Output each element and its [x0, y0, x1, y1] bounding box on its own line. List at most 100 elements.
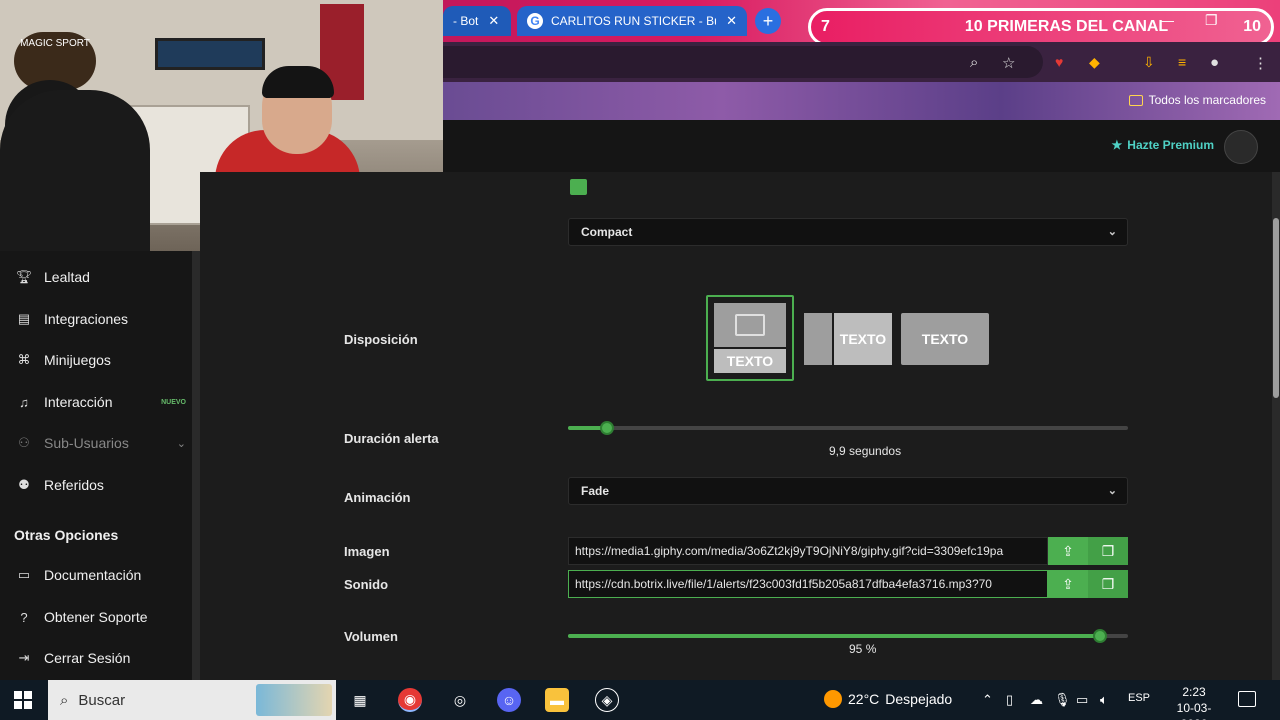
sidebar-section-title: Otras Opciones [14, 527, 119, 543]
cam-person-left [0, 90, 150, 251]
image-placeholder-icon [804, 313, 832, 365]
color-swatch[interactable] [570, 179, 587, 195]
chevron-down-icon: ⌄ [176, 437, 186, 450]
sidebar-item-cerrar-sesion[interactable]: ⇥ Cerrar Sesión [16, 650, 186, 666]
close-icon[interactable]: ✕ [488, 13, 499, 29]
microphone-icon[interactable]: 🎙︎ [1054, 692, 1071, 708]
sidebar-item-documentacion[interactable]: ▭ Documentación [16, 567, 186, 583]
logout-icon: ⇥ [18, 650, 30, 665]
weather-widget[interactable]: 22°C Despejado [824, 690, 952, 708]
browser-tab-search[interactable]: G CARLITOS RUN STICKER - Busca ✕ [517, 6, 747, 36]
sidebar-item-minijuegos[interactable]: ⌘ Minijuegos [16, 352, 186, 368]
gallery-icon[interactable]: ❐ [1088, 570, 1128, 598]
all-bookmarks-button[interactable]: Todos los marcadores [1128, 93, 1266, 107]
imagen-label: Imagen [344, 544, 390, 559]
profile-icon[interactable]: ● [1210, 54, 1219, 71]
sidebar-item-sub-usuarios[interactable]: ⚇ Sub-Usuarios ⌄ [16, 435, 186, 451]
chevron-up-icon[interactable]: ⌃ [982, 692, 993, 708]
banner-title: 10 PRIMERAS DEL CANAL [964, 18, 1169, 35]
sidebar-item-label: Referidos [44, 477, 104, 493]
sidebar-item-label: Documentación [44, 567, 142, 583]
sidebar-item-label: Obtener Soporte [44, 609, 148, 625]
all-bookmarks-label: Todos los marcadores [1148, 93, 1266, 107]
phone-icon[interactable]: ▯ [1006, 692, 1013, 708]
volume-icon[interactable]: 🔈︎ [1100, 692, 1108, 708]
sidebar-item-integraciones[interactable]: ▤ Integraciones [16, 311, 186, 327]
menu-icon[interactable]: ⋮ [1253, 54, 1268, 72]
file-explorer-icon[interactable]: ▬ [545, 688, 569, 712]
clock-time: 2:23 [1182, 685, 1206, 699]
notifications-icon[interactable] [1238, 691, 1256, 707]
style-select[interactable]: Compact ⌄ [568, 218, 1128, 246]
layout-option-overlay[interactable]: TEXTO [901, 313, 989, 365]
layout-option-image-top[interactable]: TEXTO [706, 295, 794, 381]
volumen-slider-knob[interactable] [1093, 629, 1107, 643]
sonido-url-input[interactable]: https://cdn.botrix.live/file/1/alerts/f2… [568, 570, 1048, 598]
download-icon[interactable]: ⇩ [1143, 54, 1155, 71]
windows-start-icon[interactable] [14, 691, 32, 709]
network-icon[interactable]: ▭ [1076, 692, 1088, 708]
browser-toolbar: ⌕ ☆ ♥ ◆ ⇩ ≡ ● ⋮ [443, 42, 1280, 82]
chrome-icon[interactable]: ◉ [398, 688, 422, 712]
premium-button[interactable]: ★ Hazte Premium [1112, 138, 1214, 152]
app-icon[interactable]: ◈ [595, 688, 619, 712]
cloud-icon[interactable]: ☁ [1030, 692, 1043, 708]
zoom-icon[interactable]: ⌕ [970, 54, 978, 71]
search-icon: ⌕ [60, 691, 69, 709]
star-icon[interactable]: ☆ [1002, 54, 1015, 72]
volumen-slider[interactable] [568, 629, 1128, 643]
layout-text: TEXTO [714, 349, 786, 373]
cam-person-right-hair [262, 66, 334, 98]
avatar[interactable] [1224, 130, 1258, 164]
duracion-value: 9,9 segundos [829, 444, 901, 458]
help-icon: ? [20, 609, 28, 625]
duracion-slider[interactable] [568, 421, 1128, 435]
sidebar-scrollbar[interactable] [192, 251, 200, 680]
volumen-slider-fill [568, 634, 1100, 638]
sidebar-item-label: Integraciones [44, 311, 129, 327]
animacion-select[interactable]: Fade ⌄ [568, 477, 1128, 505]
sidebar-item-referidos[interactable]: ⚉ Referidos [16, 477, 186, 493]
browser-tab-bot[interactable]: - Bot ✕ [443, 6, 511, 36]
disposicion-label: Disposición [344, 332, 418, 347]
sidebar-item-label: Interacción [44, 394, 113, 410]
imagen-url-input[interactable]: https://media1.giphy.com/media/3o6Zt2kj9… [568, 537, 1048, 565]
weather-sun-icon [824, 690, 842, 708]
volumen-number: 95 [849, 642, 863, 656]
minimize-icon[interactable]: — [1160, 12, 1174, 28]
document-icon: ▭ [17, 567, 31, 582]
playlist-icon[interactable]: ≡ [1178, 54, 1186, 70]
page-scrollbar-thumb[interactable] [1273, 218, 1279, 398]
upload-icon[interactable]: ⇪ [1048, 570, 1088, 598]
extension-icon[interactable]: ♥ [1055, 54, 1063, 70]
language-indicator[interactable]: ESP [1128, 692, 1150, 704]
chevron-down-icon: ⌄ [1107, 485, 1117, 497]
discord-icon[interactable]: ☺ [497, 688, 521, 712]
duracion-slider-knob[interactable] [600, 421, 614, 435]
sidebar-item-lealtad[interactable]: 🏆︎ Lealtad [16, 269, 186, 285]
address-bar[interactable] [443, 46, 1043, 78]
image-placeholder-icon [714, 303, 786, 347]
extension-icon[interactable]: ◆ [1089, 54, 1100, 71]
sidebar-item-label: Cerrar Sesión [44, 650, 131, 666]
taskbar-search[interactable]: ⌕ Buscar [48, 680, 336, 720]
task-view-icon[interactable]: ▦ [348, 688, 372, 712]
search-placeholder: Buscar [78, 691, 126, 709]
sidebar-item-soporte[interactable]: ? Obtener Soporte [16, 609, 186, 625]
clock[interactable]: 2:23 10-03-2026 [1166, 684, 1222, 720]
sidebar-item-interaccion[interactable]: ♫ Interacción NUEVO [16, 394, 186, 410]
volumen-label: Volumen [344, 629, 398, 644]
sidebar-item-label: Sub-Usuarios [44, 435, 129, 451]
animacion-label: Animación [344, 490, 411, 505]
users-icon: ⚇ [18, 435, 30, 450]
new-tab-button[interactable]: + [755, 8, 781, 34]
layout-option-image-left[interactable]: TEXTO [804, 313, 892, 365]
new-badge: NUEVO [161, 398, 186, 406]
gallery-icon[interactable]: ❐ [1088, 537, 1128, 565]
restore-icon[interactable]: ❐ [1205, 12, 1218, 29]
gamepad-icon: ⌘ [17, 352, 31, 367]
obs-icon[interactable]: ◎ [448, 688, 472, 712]
upload-icon[interactable]: ⇪ [1048, 537, 1088, 565]
close-icon[interactable]: ✕ [726, 13, 737, 29]
google-icon: G [527, 13, 543, 29]
